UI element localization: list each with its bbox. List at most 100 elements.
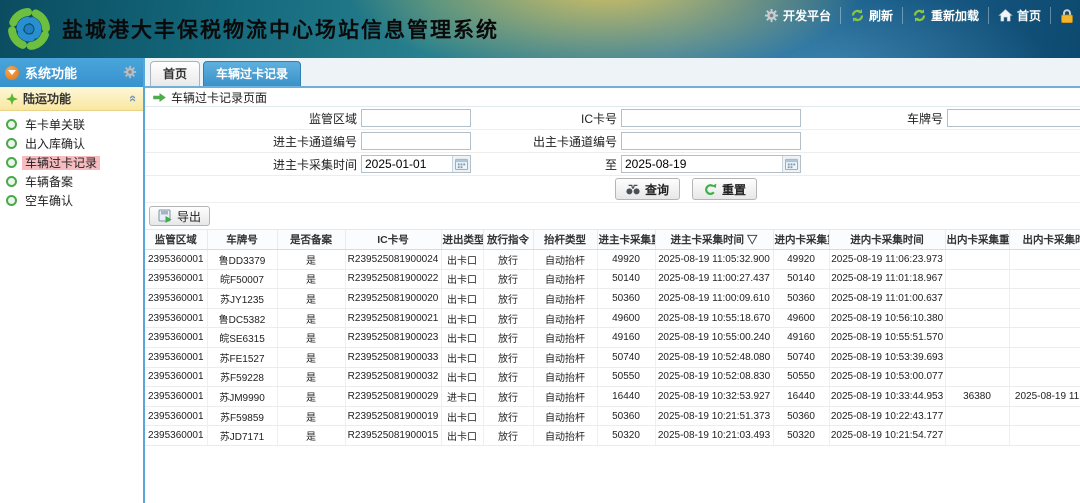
export-button[interactable]: 导出 — [149, 206, 210, 226]
bullet-icon — [6, 195, 17, 206]
table-row[interactable]: 2395360001皖F50007是R239525081900022出卡口放行自… — [145, 269, 1080, 289]
collect-to-input[interactable] — [622, 156, 782, 172]
app-title: 盐城港大丰保税物流中心场站信息管理系统 — [62, 14, 499, 44]
entry-channel-input[interactable] — [361, 132, 471, 150]
calendar-icon[interactable] — [782, 156, 800, 172]
table-row[interactable]: 2395360001鲁DD3379是R239525081900024出卡口放行自… — [145, 250, 1080, 270]
table-cell: 自动抬杆 — [533, 308, 597, 328]
bullet-icon — [6, 176, 17, 187]
sidebar-item-card-link[interactable]: 车卡单关联 — [0, 115, 143, 134]
dev-platform-link[interactable]: 开发平台 — [755, 7, 841, 24]
app-logo-icon — [6, 6, 52, 52]
column-header[interactable]: 车牌号 — [207, 230, 277, 250]
reload-label: 重新加载 — [931, 7, 979, 24]
table-cell: 2025-08-19 10:55:51.570 — [829, 328, 945, 348]
sidebar-menu: 车卡单关联 出入库确认 车辆过卡记录 车辆备案 空车确认 — [0, 115, 143, 210]
table-cell — [945, 328, 1009, 348]
reload-link[interactable]: 重新加载 — [903, 7, 989, 24]
page-title-bar: 车辆过卡记录页面 — [145, 88, 1080, 107]
table-cell: 2025-08-19 10:55:18.670 — [655, 308, 773, 328]
sidebar-item-vehicle-records[interactable]: 车辆过卡记录 — [0, 153, 143, 172]
table-cell: 出卡口 — [441, 250, 483, 270]
sidebar-group-label: 陆运功能 — [23, 90, 125, 107]
column-header[interactable]: 出内卡采集重 — [945, 230, 1009, 250]
column-header[interactable]: 出内卡采集时 — [1009, 230, 1080, 250]
table-cell: 16440 — [773, 387, 829, 407]
region-input[interactable] — [361, 109, 471, 127]
sidebar-group-landtransport[interactable]: 陆运功能 « — [0, 87, 143, 111]
column-header[interactable]: 进出类型 — [441, 230, 483, 250]
table-row[interactable]: 2395360001苏FE1527是R239525081900033出卡口放行自… — [145, 347, 1080, 367]
table-row[interactable]: 2395360001苏F59859是R239525081900019出卡口放行自… — [145, 406, 1080, 426]
column-header[interactable]: 进内卡采集重 — [773, 230, 829, 250]
lock-button[interactable] — [1051, 8, 1080, 23]
content-area: 系统功能 陆运功能 « 车卡单关联 出入库确认 车辆过卡记录 — [0, 58, 1080, 503]
gear-icon — [764, 8, 779, 23]
arrow-right-icon — [153, 93, 166, 102]
table-cell: 放行 — [483, 289, 533, 309]
collect-from-input[interactable] — [362, 156, 452, 172]
table-cell: 苏FE1527 — [207, 347, 277, 367]
exit-channel-input[interactable] — [621, 132, 801, 150]
table-cell: R239525081900019 — [345, 406, 441, 426]
table-cell: 苏JY1235 — [207, 289, 277, 309]
collapse-chevrons-icon[interactable]: « — [127, 95, 140, 102]
column-header[interactable]: 放行指令 — [483, 230, 533, 250]
column-header[interactable]: 进主卡采集重 — [597, 230, 655, 250]
home-label: 首页 — [1017, 7, 1041, 24]
refresh-label: 刷新 — [869, 7, 893, 24]
table-row[interactable]: 2395360001鲁DC5382是R239525081900021出卡口放行自… — [145, 308, 1080, 328]
table-cell: 2025-08-19 10:22:43.177 — [829, 406, 945, 426]
table-row[interactable]: 2395360001苏JD7171是R239525081900015出卡口放行自… — [145, 426, 1080, 446]
plate-input[interactable] — [947, 109, 1080, 127]
table-cell: 50360 — [597, 406, 655, 426]
tab-home[interactable]: 首页 — [150, 61, 200, 86]
table-cell: 鲁DC5382 — [207, 308, 277, 328]
sprout-icon — [6, 93, 18, 105]
table-row[interactable]: 2395360001苏F59228是R239525081900032出卡口放行自… — [145, 367, 1080, 387]
table-cell: 2395360001 — [145, 328, 207, 348]
table-cell: 2025-08-19 11:01:00.637 — [829, 289, 945, 309]
table-cell — [945, 406, 1009, 426]
table-cell: 苏F59228 — [207, 367, 277, 387]
column-header[interactable]: 监管区域 — [145, 230, 207, 250]
tab-vehicle-records[interactable]: 车辆过卡记录 — [203, 61, 301, 86]
table-row[interactable]: 2395360001苏JM9990是R239525081900029进卡口放行自… — [145, 387, 1080, 407]
records-table-wrap: 监管区域车牌号是否备案IC卡号进出类型放行指令抬杆类型进主卡采集重进主卡采集时间… — [145, 229, 1080, 503]
sidebar-item-inout-confirm[interactable]: 出入库确认 — [0, 134, 143, 153]
column-header[interactable]: 进主卡采集时间 ▽ — [655, 230, 773, 250]
table-cell — [1009, 347, 1080, 367]
column-header[interactable]: 进内卡采集时间 — [829, 230, 945, 250]
search-button[interactable]: 查询 — [615, 178, 680, 200]
table-row[interactable]: 2395360001苏JY1235是R239525081900020出卡口放行自… — [145, 289, 1080, 309]
sidebar-gear-icon[interactable] — [123, 65, 138, 80]
table-cell: 2025-08-19 11:05:32.900 — [655, 250, 773, 270]
calendar-icon[interactable] — [452, 156, 470, 172]
page-title: 车辆过卡记录页面 — [171, 89, 267, 106]
ic-card-input[interactable] — [621, 109, 801, 127]
home-link[interactable]: 首页 — [989, 7, 1051, 24]
table-row[interactable]: 2395360001皖SE6315是R239525081900023出卡口放行自… — [145, 328, 1080, 348]
column-header[interactable]: IC卡号 — [345, 230, 441, 250]
reset-button[interactable]: 重置 — [692, 178, 757, 200]
table-cell: 自动抬杆 — [533, 347, 597, 367]
table-cell: 50140 — [773, 269, 829, 289]
table-cell: 是 — [277, 426, 345, 446]
table-cell: 苏JM9990 — [207, 387, 277, 407]
table-cell: 2395360001 — [145, 289, 207, 309]
table-cell: 50550 — [773, 367, 829, 387]
table-cell: 出卡口 — [441, 308, 483, 328]
column-header[interactable]: 是否备案 — [277, 230, 345, 250]
collapse-circle-icon[interactable] — [5, 66, 19, 80]
refresh-link[interactable]: 刷新 — [841, 7, 903, 24]
table-cell: 2395360001 — [145, 387, 207, 407]
sidebar-item-vehicle-filing[interactable]: 车辆备案 — [0, 172, 143, 191]
table-cell: 放行 — [483, 308, 533, 328]
sidebar-item-empty-vehicle[interactable]: 空车确认 — [0, 191, 143, 210]
sidebar-header[interactable]: 系统功能 — [0, 58, 143, 87]
table-cell: 放行 — [483, 328, 533, 348]
table-cell: R239525081900020 — [345, 289, 441, 309]
search-form: 监管区域 IC卡号 车牌号 进主卡通道编号 出主卡通道编号 进主卡采集时间 — [145, 107, 1080, 203]
column-header[interactable]: 抬杆类型 — [533, 230, 597, 250]
entry-channel-label: 进主卡通道编号 — [145, 133, 361, 150]
